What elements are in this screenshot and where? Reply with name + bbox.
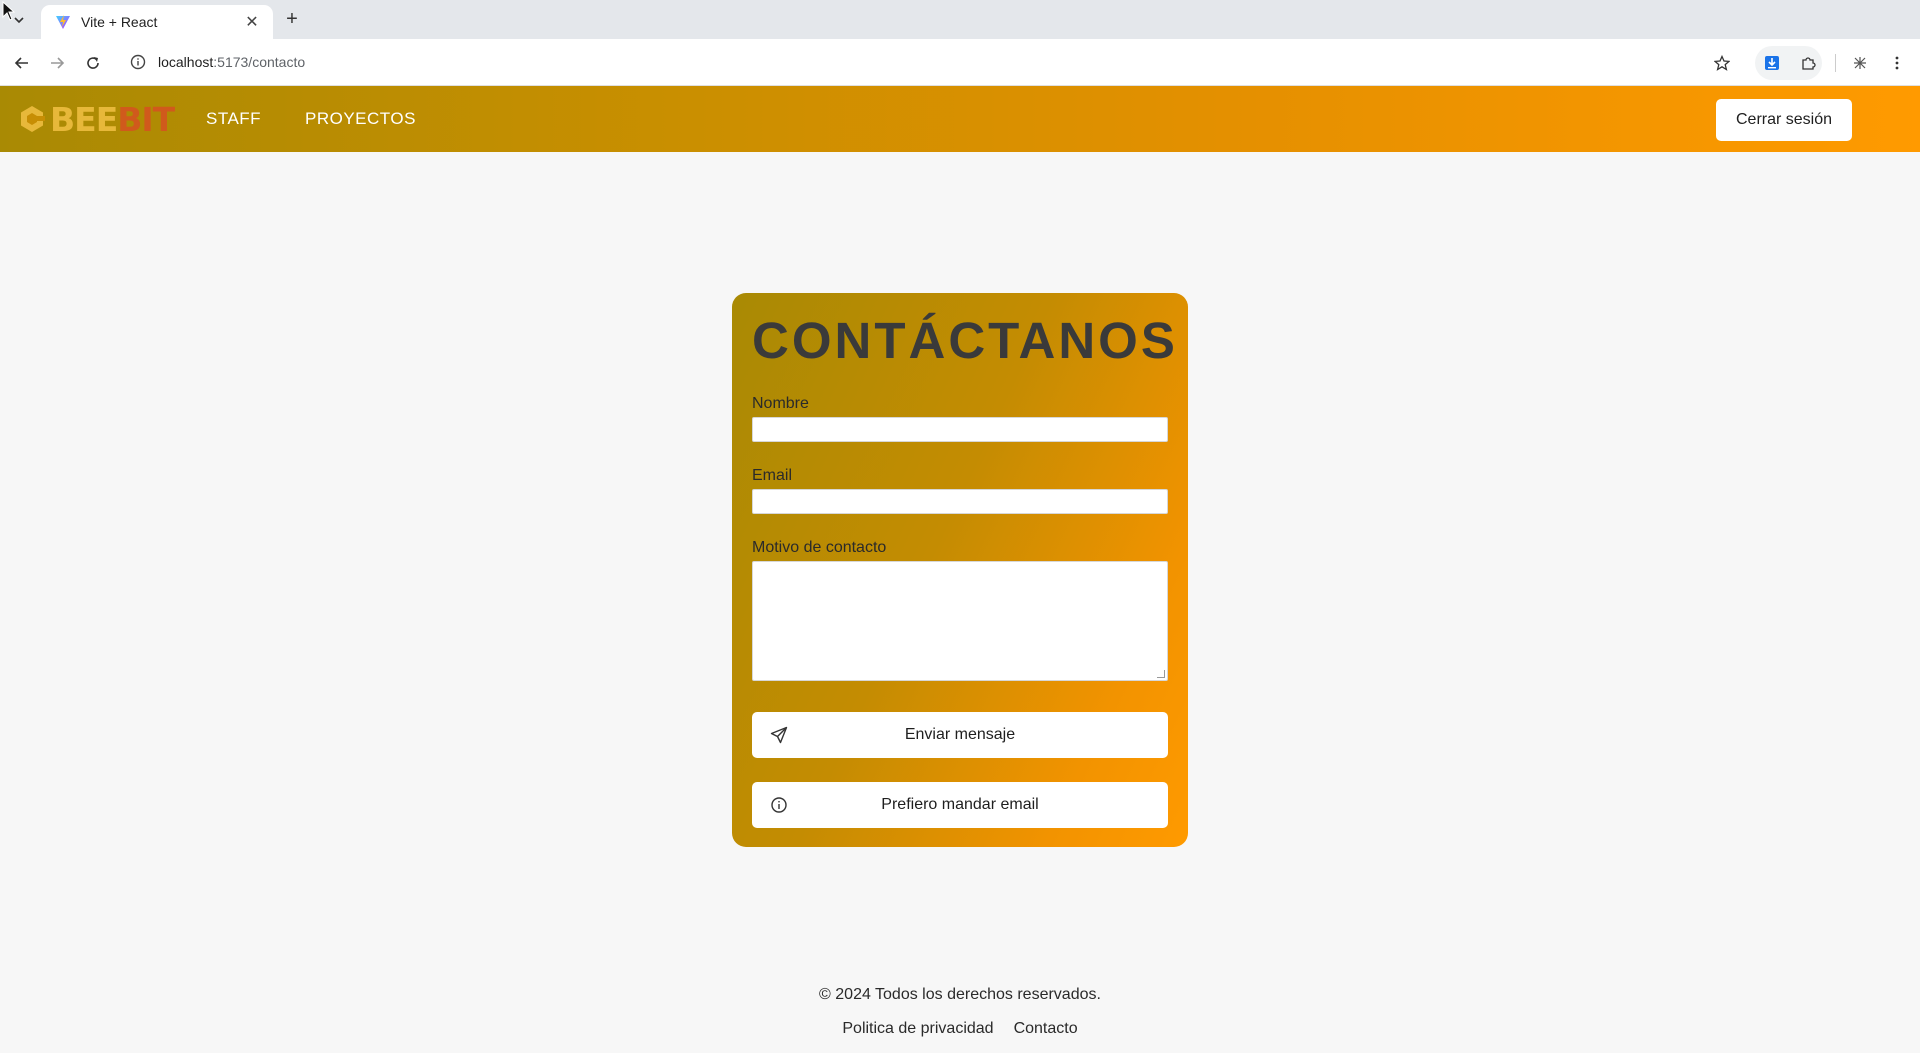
reload-icon[interactable]	[80, 50, 106, 76]
browser-tabstrip: Vite + React ✕ +	[0, 0, 1920, 39]
footer-link-privacy[interactable]: Politica de privacidad	[842, 1020, 993, 1038]
email-label: Email	[752, 467, 793, 484]
forward-arrow-icon[interactable]	[44, 50, 70, 76]
reason-label: Motivo de contacto	[752, 539, 887, 556]
bookmark-star-icon[interactable]	[1709, 50, 1735, 76]
profile-avatar-icon[interactable]	[1847, 50, 1873, 76]
nav-link-proyectos[interactable]: PROYECTOS	[305, 109, 416, 129]
info-circle-icon	[771, 797, 787, 813]
prefer-email-label: Prefiero mandar email	[881, 796, 1039, 813]
browser-toolbar: localhost:5173/contacto	[0, 39, 1920, 86]
email-input[interactable]	[752, 489, 1168, 514]
brand-text-bit: BIT	[117, 99, 175, 139]
app-navbar: BEE BIT STAFF PROYECTOS Cerrar sesión	[0, 86, 1920, 152]
extensions-puzzle-icon[interactable]	[1795, 50, 1821, 76]
footer-link-contact[interactable]: Contacto	[1014, 1020, 1078, 1038]
logout-button[interactable]: Cerrar sesión	[1716, 99, 1852, 141]
toolbar-divider	[1835, 54, 1836, 72]
browser-tab-active[interactable]: Vite + React ✕	[41, 5, 273, 39]
footer-links: Politica de privacidad Contacto	[0, 1020, 1920, 1038]
download-extension-icon[interactable]	[1759, 50, 1785, 76]
contact-card: CONTÁCTANOS Nombre Email Motivo de conta…	[732, 293, 1188, 847]
prefer-email-button[interactable]: Prefiero mandar email	[752, 782, 1168, 828]
address-bar[interactable]: localhost:5173/contacto	[118, 44, 1740, 80]
contact-title: CONTÁCTANOS	[752, 312, 1178, 369]
send-message-button[interactable]: Enviar mensaje	[752, 712, 1168, 758]
url-path: :5173/contacto	[213, 54, 306, 70]
nav-link-staff[interactable]: STAFF	[206, 109, 261, 129]
brand-logo[interactable]: BEE BIT	[18, 99, 175, 139]
name-label: Nombre	[752, 395, 809, 412]
hexagon-logo-icon	[21, 106, 45, 132]
vite-favicon-icon	[56, 15, 70, 29]
send-paper-plane-icon	[770, 726, 788, 744]
tab-title: Vite + React	[81, 14, 158, 30]
brand-text-bee: BEE	[50, 99, 118, 139]
tab-close-icon[interactable]: ✕	[243, 12, 261, 32]
browser-menu-kebab-icon[interactable]	[1884, 50, 1910, 76]
new-tab-plus-icon[interactable]: +	[280, 8, 304, 32]
site-info-icon[interactable]	[130, 54, 146, 70]
footer-copyright: © 2024 Todos los derechos reservados.	[819, 986, 1101, 1003]
name-input[interactable]	[752, 417, 1168, 442]
textarea-resize-handle[interactable]	[1157, 670, 1165, 678]
reason-textarea[interactable]	[752, 561, 1168, 681]
url-host: localhost	[158, 54, 214, 70]
send-message-label: Enviar mensaje	[904, 726, 1016, 743]
mouse-cursor-icon	[2, 1, 16, 21]
back-arrow-icon[interactable]	[9, 50, 35, 76]
